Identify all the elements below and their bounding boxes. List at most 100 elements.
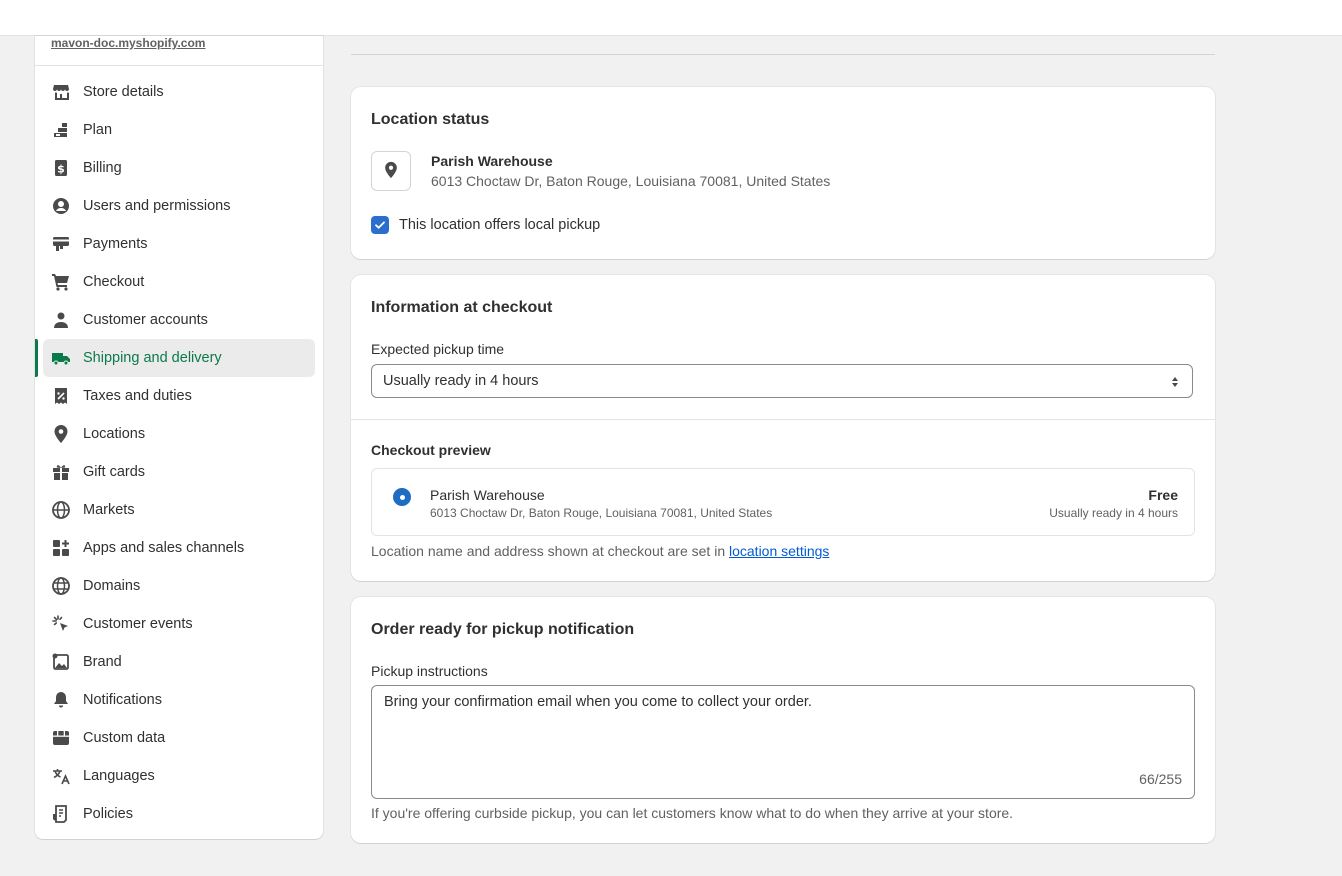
sidebar-item-label: Customer accounts	[83, 312, 208, 328]
textarea-value: Bring your confirmation email when you c…	[384, 694, 812, 710]
checkout-help-text: Location name and address shown at check…	[371, 543, 829, 559]
card-title: Information at checkout	[371, 299, 553, 316]
sidebar-item-checkout[interactable]: Checkout	[43, 263, 315, 301]
brand-icon	[51, 652, 71, 672]
tax-icon	[51, 386, 71, 406]
sidebar-item-label: Checkout	[83, 274, 145, 290]
pickup-radio	[393, 488, 411, 506]
settings-nav: Store details Plan $ Billing Users and p…	[35, 73, 323, 833]
sidebar-item-label: Store details	[83, 84, 164, 100]
database-icon	[51, 728, 71, 748]
sidebar-item-label: Custom data	[83, 730, 166, 746]
payments-icon	[51, 234, 71, 254]
sidebar-item-label: Payments	[83, 236, 148, 252]
sidebar-item-plan[interactable]: Plan	[43, 111, 315, 149]
globe-markets-icon	[51, 500, 71, 520]
sidebar-item-label: Apps and sales channels	[83, 540, 245, 556]
truck-icon	[51, 348, 71, 368]
preview-location-address: 6013 Choctaw Dr, Baton Rouge, Louisiana …	[430, 506, 773, 520]
sidebar-item-customer-accounts[interactable]: Customer accounts	[43, 301, 315, 339]
bell-icon	[51, 690, 71, 710]
cart-icon	[51, 272, 71, 292]
preview-location-name: Parish Warehouse	[430, 487, 545, 503]
sidebar-item-markets[interactable]: Markets	[43, 491, 315, 529]
local-pickup-checkbox-row[interactable]: This location offers local pickup	[371, 216, 600, 234]
sidebar-item-label: Languages	[83, 768, 155, 784]
translate-icon	[51, 766, 71, 786]
sidebar-item-label: Markets	[83, 502, 135, 518]
sidebar-item-gift-cards[interactable]: Gift cards	[43, 453, 315, 491]
plan-icon	[51, 120, 71, 140]
sidebar-item-label: Plan	[83, 122, 113, 138]
checkmark-icon	[375, 221, 385, 229]
section-divider	[351, 54, 1215, 55]
select-arrows-icon	[1170, 375, 1180, 392]
preview-price: Free	[1148, 487, 1178, 503]
apps-icon	[51, 538, 71, 558]
sidebar-item-taxes-and-duties[interactable]: Taxes and duties	[43, 377, 315, 415]
location-settings-link[interactable]: location settings	[729, 543, 829, 559]
sidebar-item-languages[interactable]: Languages	[43, 757, 315, 795]
settings-sidebar: mavon-doc.myshopify.com Store details Pl…	[35, 36, 323, 839]
select-value: Usually ready in 4 hours	[383, 373, 539, 389]
card-title: Order ready for pickup notification	[371, 621, 635, 638]
sidebar-item-domains[interactable]: Domains	[43, 567, 315, 605]
sidebar-item-apps-and-sales-channels[interactable]: Apps and sales channels	[43, 529, 315, 567]
globe-icon	[51, 576, 71, 596]
sidebar-item-label: Users and permissions	[83, 198, 231, 214]
preview-ready-time: Usually ready in 4 hours	[1049, 506, 1178, 520]
sidebar-item-customer-events[interactable]: Customer events	[43, 605, 315, 643]
sidebar-item-payments[interactable]: Payments	[43, 225, 315, 263]
pickup-instructions-textarea[interactable]: Bring your confirmation email when you c…	[371, 685, 1195, 799]
store-icon	[51, 82, 71, 102]
svg-text:$: $	[57, 163, 65, 176]
expected-pickup-time-select[interactable]: Usually ready in 4 hours	[371, 364, 1193, 398]
sidebar-item-store-details[interactable]: Store details	[43, 73, 315, 111]
order-ready-notification-card: Order ready for pickup notification Pick…	[351, 597, 1215, 843]
sidebar-item-label: Domains	[83, 578, 141, 594]
character-count: 66/255	[1139, 771, 1182, 787]
pickup-instructions-label: Pickup instructions	[371, 663, 488, 679]
sidebar-item-custom-data[interactable]: Custom data	[43, 719, 315, 757]
location-name: Parish Warehouse	[431, 153, 553, 169]
local-pickup-checkbox[interactable]	[371, 216, 389, 234]
location-address: 6013 Choctaw Dr, Baton Rouge, Louisiana …	[431, 173, 831, 189]
top-bar	[0, 0, 1342, 36]
location-thumbnail	[371, 151, 411, 191]
sidebar-item-policies[interactable]: Policies	[43, 795, 315, 833]
sidebar-item-label: Customer events	[83, 616, 193, 632]
pickup-instructions-help: If you're offering curbside pickup, you …	[371, 805, 1014, 821]
sidebar-item-label: Taxes and duties	[83, 388, 192, 404]
sidebar-item-label: Notifications	[83, 692, 162, 708]
sidebar-item-label: Brand	[83, 654, 122, 670]
billing-icon: $	[51, 158, 71, 178]
sidebar-item-billing[interactable]: $ Billing	[43, 149, 315, 187]
policy-icon	[51, 804, 71, 824]
checkout-preview-box: Parish Warehouse 6013 Choctaw Dr, Baton …	[371, 468, 1195, 536]
sidebar-item-locations[interactable]: Locations	[43, 415, 315, 453]
expected-pickup-time-label: Expected pickup time	[371, 341, 505, 357]
sidebar-item-label: Billing	[83, 160, 122, 176]
help-text-body: Location name and address shown at check…	[371, 543, 729, 559]
sidebar-item-label: Locations	[83, 426, 146, 442]
location-status-card: Location status Parish Warehouse 6013 Ch…	[351, 87, 1215, 259]
sidebar-item-label: Policies	[83, 806, 133, 822]
cursor-click-icon	[51, 614, 71, 634]
sidebar-item-label: Shipping and delivery	[83, 350, 222, 366]
location-pin-icon	[51, 424, 71, 444]
location-pin-icon	[382, 160, 400, 183]
card-divider	[351, 419, 1215, 420]
local-pickup-label: This location offers local pickup	[399, 217, 601, 233]
sidebar-item-shipping-and-delivery[interactable]: Shipping and delivery	[35, 339, 315, 377]
sidebar-item-notifications[interactable]: Notifications	[43, 681, 315, 719]
user-circle-icon	[51, 196, 71, 216]
sidebar-item-users-and-permissions[interactable]: Users and permissions	[43, 187, 315, 225]
information-at-checkout-card: Information at checkout Expected pickup …	[351, 275, 1215, 581]
person-icon	[51, 310, 71, 330]
sidebar-item-label: Gift cards	[83, 464, 146, 480]
sidebar-divider	[35, 65, 323, 66]
gift-icon	[51, 462, 71, 482]
store-url-link[interactable]: mavon-doc.myshopify.com	[51, 36, 205, 50]
sidebar-item-brand[interactable]: Brand	[43, 643, 315, 681]
card-title: Location status	[371, 111, 490, 128]
